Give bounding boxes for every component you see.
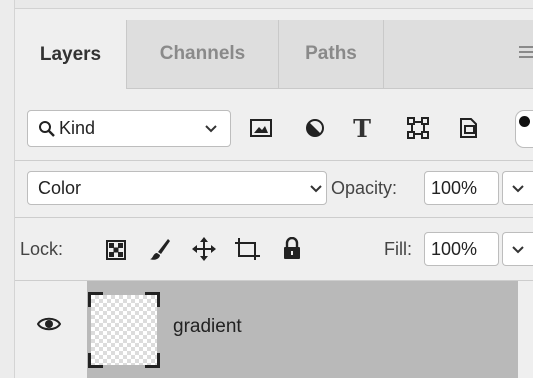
lock-all-icon[interactable] [281, 236, 303, 260]
layer-row-right-margin [518, 281, 533, 378]
tab-channels-label: Channels [159, 43, 246, 64]
lock-image-pixels-icon[interactable] [148, 236, 172, 262]
window-top-edge [0, 0, 533, 9]
tab-paths[interactable]: Paths [279, 20, 384, 88]
lock-position-icon[interactable] [192, 237, 216, 261]
chevron-down-icon [512, 185, 524, 193]
fill-label: Fill: [384, 239, 412, 259]
lock-transparent-pixels-icon[interactable] [105, 239, 127, 261]
opacity-value: 100% [431, 177, 478, 198]
opacity-label: Opacity: [331, 178, 398, 198]
fill-value: 100% [431, 238, 478, 259]
type-filter-icon[interactable]: T [350, 114, 374, 143]
blend-mode-select[interactable]: Color [27, 171, 327, 205]
chevron-down-icon [310, 185, 322, 193]
smart-object-filter-icon[interactable] [457, 116, 479, 140]
lock-row: Lock: Fill: 100% [15, 218, 533, 281]
panel-menu-icon[interactable] [519, 46, 533, 60]
tab-layers-label: Layers [39, 43, 102, 65]
filter-row: Kind T [15, 88, 533, 161]
image-filter-icon[interactable] [249, 117, 273, 139]
layers-panel: Layers Channels Paths Kind T Color Opaci… [15, 9, 533, 378]
panel-tab-bar: Layers Channels Paths [15, 20, 533, 89]
filter-kind-value: Kind [59, 118, 96, 138]
adjustment-filter-icon[interactable] [304, 117, 326, 139]
chevron-down-icon [512, 246, 524, 254]
layer-thumbnail[interactable] [88, 292, 160, 368]
fill-dropdown-button[interactable] [502, 232, 533, 266]
lock-artboard-icon[interactable] [235, 238, 261, 260]
filter-kind-select[interactable]: Kind [27, 110, 231, 147]
filter-toggle-icon[interactable] [515, 110, 533, 148]
eye-icon[interactable] [36, 316, 62, 337]
blend-mode-value: Color [38, 177, 82, 198]
search-icon [39, 120, 55, 137]
opacity-dropdown-button[interactable] [502, 171, 533, 205]
shape-filter-icon[interactable] [407, 117, 429, 139]
opacity-input[interactable]: 100% [424, 171, 499, 205]
blend-row: Color Opacity: 100% [15, 161, 533, 218]
tab-channels[interactable]: Channels [127, 20, 279, 88]
lock-label: Lock: [20, 239, 64, 259]
layer-name[interactable]: gradient [173, 316, 242, 338]
chevron-down-icon [205, 125, 217, 133]
tab-layers[interactable]: Layers [15, 20, 127, 89]
layer-row[interactable]: gradient [15, 281, 533, 378]
dock-left-edge [0, 0, 15, 378]
fill-input[interactable]: 100% [424, 232, 499, 266]
tab-paths-label: Paths [305, 43, 357, 64]
